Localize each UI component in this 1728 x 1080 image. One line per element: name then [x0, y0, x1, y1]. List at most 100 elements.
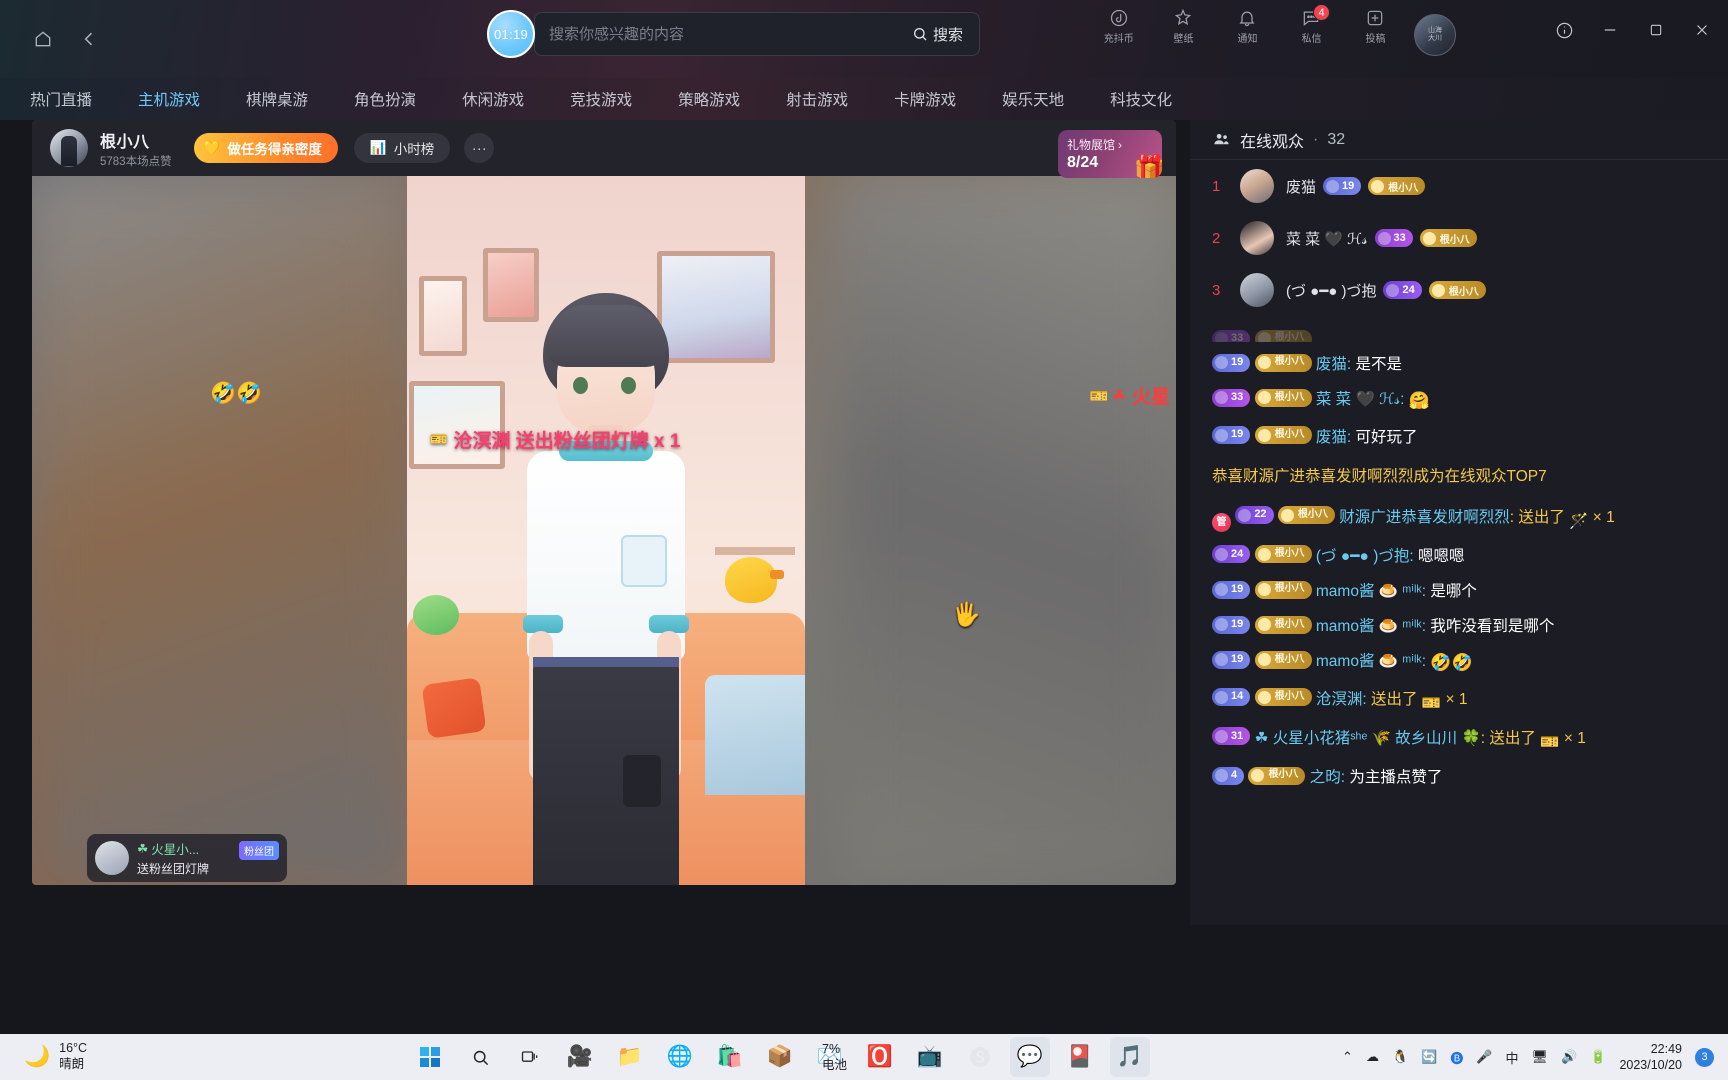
chat-user[interactable]: (づ ●━● )づ抱 — [1316, 548, 1410, 565]
viewer-avatar[interactable] — [1240, 273, 1274, 307]
chat-fan-badge: 根小八 — [1254, 388, 1312, 407]
gift-toast-avatar — [95, 841, 129, 875]
penguin-icon[interactable]: 🐧 — [1392, 1049, 1408, 1065]
tool-messages[interactable]: 4 私信 — [1290, 4, 1332, 46]
gift-count: × 1 — [1592, 508, 1615, 526]
chat-user[interactable]: ☘ 火星小花猪ˢʰᵉ 🌾 故乡山川 🍀 — [1255, 730, 1481, 747]
chat-text: 🤣🤣 — [1430, 653, 1473, 673]
category-item-3[interactable]: 角色扮演 — [354, 88, 416, 110]
taskview-icon[interactable] — [510, 1037, 550, 1077]
chat-text: 是哪个 — [1430, 583, 1477, 601]
category-item-7[interactable]: 射击游戏 — [786, 88, 848, 110]
chat-user[interactable]: mamo酱 🍮 ᵐⁱˡᵏ — [1316, 653, 1422, 670]
category-item-2[interactable]: 棋牌桌游 — [246, 88, 308, 110]
category-item-9[interactable]: 娱乐天地 — [1002, 88, 1064, 110]
minimize-icon[interactable] — [1600, 20, 1620, 40]
search-input[interactable] — [535, 25, 906, 43]
viewer-avatar[interactable] — [1240, 169, 1274, 203]
user-avatar[interactable]: 山海 大川 — [1414, 14, 1456, 56]
chat-level-badge: 4 — [1212, 766, 1245, 785]
task-intimacy-button[interactable]: 💛 做任务得亲密度 — [193, 133, 338, 163]
chat-user[interactable]: 菜 菜 🖤 ℋ𝓈 — [1316, 391, 1400, 408]
back-chevron-icon[interactable] — [72, 22, 106, 56]
chevron-up-icon[interactable]: ⌃ — [1342, 1049, 1353, 1065]
gift-hall-banner[interactable]: 礼物展馆 › 8/24 🎁 — [1058, 130, 1162, 178]
search-button[interactable]: 搜索 — [906, 24, 979, 45]
ime-icon[interactable]: 中 — [1506, 1048, 1519, 1067]
explorer-icon[interactable]: 📁 — [610, 1037, 650, 1077]
notification-count[interactable]: 3 — [1695, 1047, 1714, 1067]
viewer-level-badge: 24 — [1383, 281, 1422, 299]
category-item-8[interactable]: 卡牌游戏 — [894, 88, 956, 110]
tool-upload[interactable]: 投稿 — [1354, 8, 1396, 46]
cushion — [421, 677, 487, 739]
messages-badge: 4 — [1313, 4, 1330, 21]
search-icon[interactable] — [460, 1037, 500, 1077]
volume-icon[interactable]: 🔊 — [1561, 1049, 1577, 1065]
bell-icon — [1239, 11, 1255, 27]
store-icon[interactable]: 🛍️ — [710, 1037, 750, 1077]
video-player[interactable]: 🤣🤣 🎫 沧溟渊 送出粉丝团灯牌 x 1 🎫 ☘ 火星 🖐 ☘ 火星小... 送粉… — [32, 176, 1176, 885]
display-icon[interactable]: 🖥 — [1532, 1049, 1549, 1065]
chat-user[interactable]: 沧溟渊 — [1316, 691, 1363, 708]
category-item-10[interactable]: 科技文化 — [1110, 88, 1172, 110]
chat-user[interactable]: mamo酱 🍮 ᵐⁱˡᵏ — [1316, 583, 1422, 600]
chat-user[interactable]: 财源广进恭喜发财啊烈烈 — [1339, 509, 1510, 526]
viewer-avatar[interactable] — [1240, 221, 1274, 255]
viewer-row-3[interactable]: 3 (づ ●━● )づ抱 24 根小八 — [1190, 264, 1728, 316]
video-blur-right — [836, 176, 1176, 885]
category-item-6[interactable]: 策略游戏 — [678, 88, 740, 110]
gift-hall-title: 礼物展馆 — [1067, 138, 1116, 152]
diamond-heart-icon: 💛 — [203, 140, 221, 155]
tool-notifications[interactable]: 通知 — [1226, 8, 1268, 46]
help-circle-icon[interactable] — [1554, 20, 1574, 40]
chat-fan-badge: 根小八 — [1254, 580, 1312, 599]
wechat-icon[interactable]: 💬 — [1010, 1037, 1050, 1077]
category-item-1[interactable]: 主机游戏 — [138, 88, 200, 110]
tool-recharge[interactable]: 充抖币 — [1098, 8, 1140, 46]
anchor-avatar[interactable] — [50, 129, 88, 167]
bilibili-icon[interactable]: 📺 — [910, 1037, 950, 1077]
app-icon[interactable]: 🅾️ — [860, 1037, 900, 1077]
box-icon[interactable]: 📦 — [760, 1037, 800, 1077]
more-options-button[interactable]: ··· — [464, 133, 495, 163]
avatar-eye-left — [573, 377, 588, 394]
maximize-icon[interactable] — [1646, 20, 1666, 40]
bluetooth-icon[interactable]: 🅑 — [1450, 1048, 1463, 1067]
chat-user[interactable]: 废猫 — [1316, 429, 1347, 446]
chat-list[interactable]: 33 根小八 19 根小八 废猫: 是不是 33 根小八 菜 菜 🖤 ℋ𝓈: 🤗… — [1190, 328, 1728, 888]
frog-plush-icon — [413, 595, 459, 635]
live-timer-bubble[interactable]: 01:19 — [487, 10, 535, 58]
close-icon[interactable] — [1692, 20, 1712, 40]
dy-red-icon[interactable]: 🎴 — [1060, 1037, 1100, 1077]
mic-icon[interactable]: 🎤 — [1476, 1049, 1492, 1065]
clock[interactable]: 22:49 2023/10/20 — [1619, 1041, 1682, 1074]
category-item-0[interactable]: 热门直播 — [30, 88, 92, 110]
chat-user[interactable]: 废猫 — [1316, 356, 1347, 373]
category-item-4[interactable]: 休闲游戏 — [462, 88, 524, 110]
home-icon[interactable] — [26, 22, 60, 56]
viewer-fan-badge: 根小八 — [1428, 281, 1486, 299]
viewer-row-1[interactable]: 1 废猫 19 根小八 — [1190, 160, 1728, 212]
search-bar[interactable]: 搜索 — [534, 12, 980, 56]
video-content — [407, 176, 805, 885]
chat-user[interactable]: 之昀 — [1310, 769, 1341, 786]
weather-widget[interactable]: 🌙 16°C 晴朗 — [24, 1041, 87, 1072]
gift-toast-card: ☘ 火星小... 送粉丝团灯牌 粉丝团 — [87, 834, 287, 882]
avatar-label: 山海 大川 — [1428, 27, 1442, 42]
cloud-icon[interactable]: ☁ — [1366, 1049, 1379, 1065]
tiktok-icon[interactable]: 🎵 — [1110, 1037, 1150, 1077]
start-icon[interactable] — [410, 1037, 450, 1077]
edge-icon[interactable]: 🌐 — [660, 1037, 700, 1077]
viewer-row-2[interactable]: 2 菜 菜 🖤 ℋ𝓈 33 根小八 — [1190, 212, 1728, 264]
chat-user[interactable]: mamo酱 🍮 ᵐⁱˡᵏ — [1316, 618, 1422, 635]
sync-icon[interactable]: 🔄 — [1421, 1049, 1437, 1065]
mouse-cursor: 🖐 — [952, 601, 981, 627]
s-icon[interactable]: 🅢 — [960, 1037, 1000, 1077]
tool-wallpaper[interactable]: 壁纸 — [1162, 8, 1204, 46]
category-item-5[interactable]: 竞技游戏 — [570, 88, 632, 110]
teams-icon[interactable]: 🎥 — [560, 1037, 600, 1077]
battery-icon[interactable]: 🔋 — [1590, 1049, 1606, 1065]
hour-rank-button[interactable]: 📊 小时榜 — [353, 133, 451, 163]
viewer-name-block: 菜 菜 🖤 ℋ𝓈 33 根小八 — [1286, 228, 1477, 249]
